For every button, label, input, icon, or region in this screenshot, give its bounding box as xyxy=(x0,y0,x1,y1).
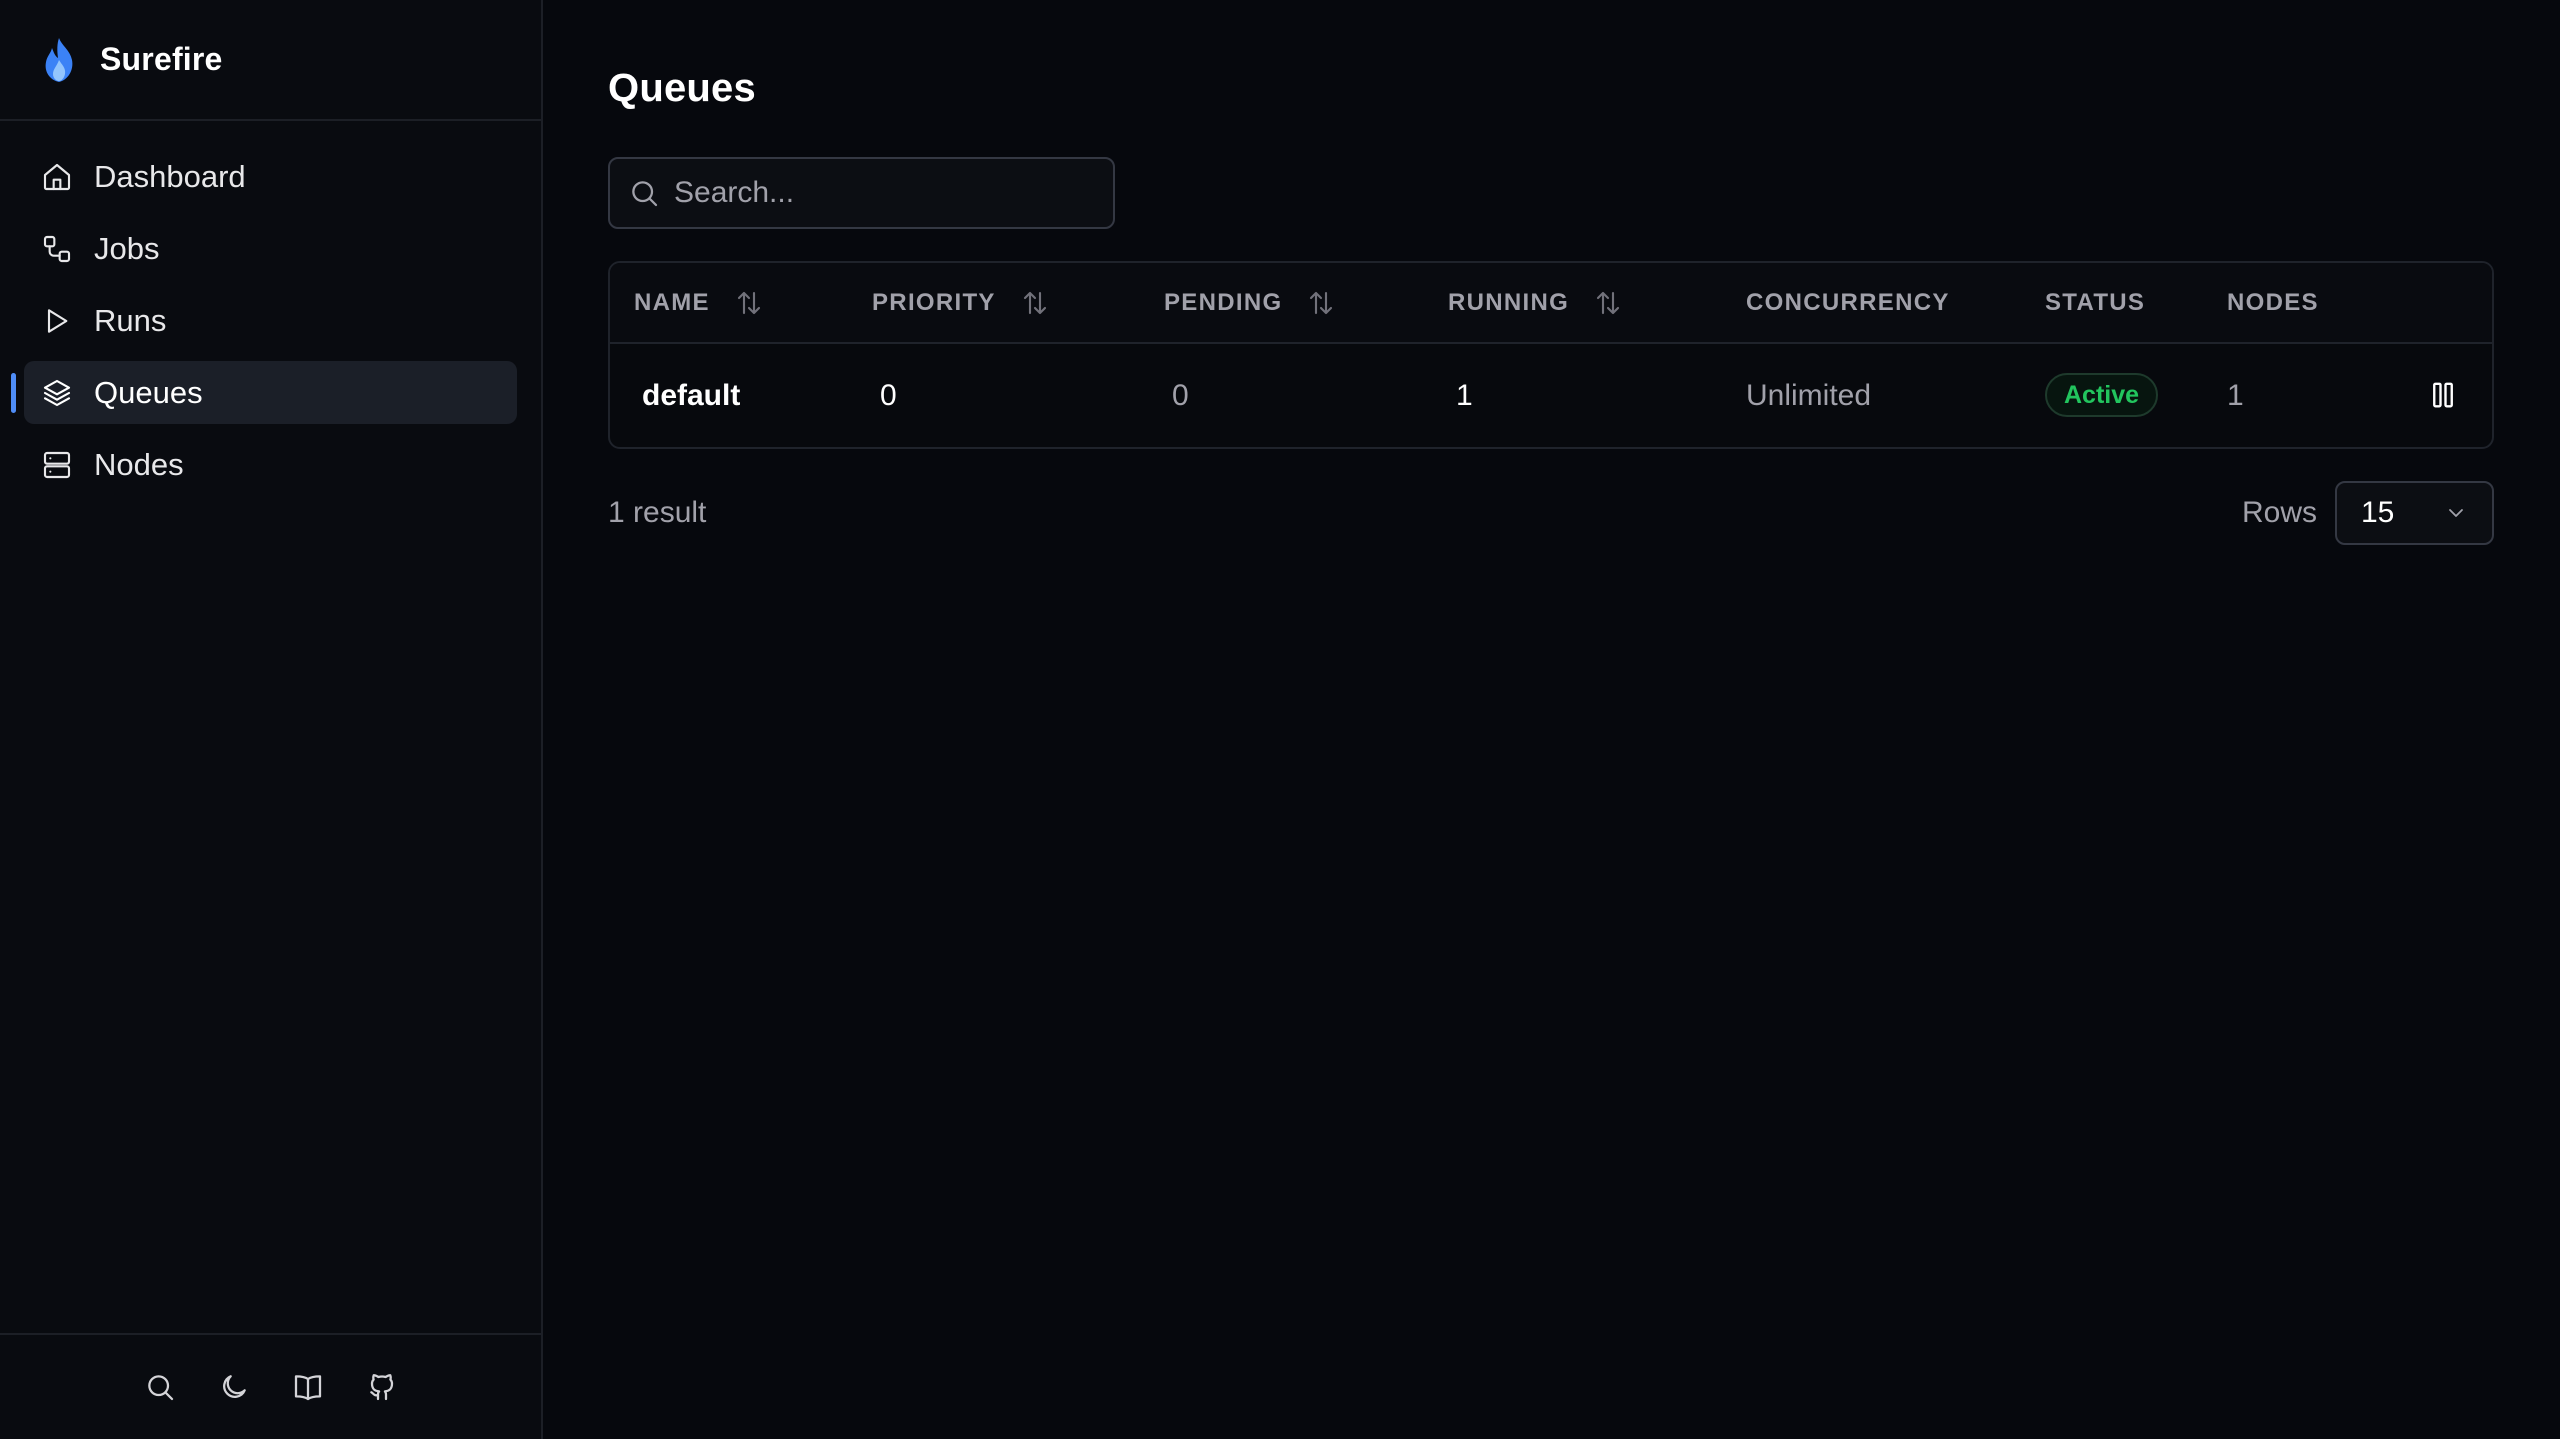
rows-value: 15 xyxy=(2361,496,2395,529)
search-input[interactable] xyxy=(674,159,1113,227)
status-cell: Active xyxy=(2045,373,2159,417)
column-header-running[interactable]: RUNNING xyxy=(1448,288,1623,318)
flame-logo-icon xyxy=(40,36,78,84)
sidebar-item-label: Dashboard xyxy=(94,158,246,194)
table-row[interactable]: default 0 0 1 Unlimited Active 1 xyxy=(610,344,2492,447)
sidebar-item-label: Jobs xyxy=(94,230,160,266)
sort-arrows-icon[interactable] xyxy=(734,288,764,318)
book-icon[interactable] xyxy=(292,1371,324,1403)
sidebar-item-nodes[interactable]: Nodes xyxy=(24,433,517,496)
priority-cell: 0 xyxy=(880,378,897,412)
rows-label: Rows xyxy=(2241,496,2317,529)
chevron-down-icon xyxy=(2444,501,2468,525)
pause-queue-button[interactable] xyxy=(2428,380,2458,410)
column-header-pending[interactable]: PENDING xyxy=(1164,288,1336,318)
table-header: NAME PRIORITY PENDING RUNNING CONCURRENC… xyxy=(610,263,2492,344)
rows-per-page-select[interactable]: 15 xyxy=(2335,481,2494,545)
sidebar: Surefire Dashboard Jobs Runs Queues Node… xyxy=(0,0,543,1439)
layers-icon xyxy=(40,376,74,410)
sort-arrows-icon[interactable] xyxy=(1020,288,1050,318)
column-header-concurrency: CONCURRENCY xyxy=(1746,288,1950,316)
status-badge: Active xyxy=(2045,373,2159,417)
server-icon xyxy=(40,448,74,482)
rows-per-page: Rows 15 xyxy=(2242,481,2494,545)
brand-name: Surefire xyxy=(100,41,223,77)
queue-name-link[interactable]: default xyxy=(642,379,740,413)
sidebar-item-dashboard[interactable]: Dashboard xyxy=(24,145,517,208)
brand[interactable]: Surefire xyxy=(0,0,541,121)
github-icon[interactable] xyxy=(366,1371,398,1403)
play-icon xyxy=(40,304,74,338)
moon-icon[interactable] xyxy=(218,1371,250,1403)
sidebar-item-queues[interactable]: Queues xyxy=(11,361,517,424)
search-box[interactable] xyxy=(608,157,1115,229)
result-count: 1 result xyxy=(608,496,707,529)
sidebar-item-label: Nodes xyxy=(94,446,184,482)
home-icon xyxy=(40,160,74,194)
sidebar-item-label: Queues xyxy=(94,374,203,410)
pending-cell: 0 xyxy=(1172,378,1189,412)
search-icon[interactable] xyxy=(144,1371,176,1403)
concurrency-cell: Unlimited xyxy=(1746,378,1872,412)
column-header-priority[interactable]: PRIORITY xyxy=(872,288,1050,318)
nodes-cell: 1 xyxy=(2227,378,2244,412)
main-content: Queues NAME PRIORITY xyxy=(543,0,2560,1439)
sidebar-nav: Dashboard Jobs Runs Queues Nodes xyxy=(0,121,541,520)
sidebar-item-jobs[interactable]: Jobs xyxy=(24,217,517,280)
table-footer: 1 result Rows 15 xyxy=(608,481,2494,545)
column-header-status: STATUS xyxy=(2045,288,2146,316)
sort-arrows-icon[interactable] xyxy=(1306,288,1336,318)
sidebar-item-runs[interactable]: Runs xyxy=(24,289,517,352)
queues-table: NAME PRIORITY PENDING RUNNING CONCURRENC… xyxy=(608,261,2494,449)
workflow-icon xyxy=(40,232,74,266)
sidebar-footer xyxy=(0,1333,541,1439)
sidebar-item-label: Runs xyxy=(94,302,167,338)
page-title: Queues xyxy=(608,66,756,110)
column-header-nodes: NODES xyxy=(2227,288,2319,316)
sort-arrows-icon[interactable] xyxy=(1593,288,1623,318)
running-cell: 1 xyxy=(1456,378,1473,412)
pause-icon xyxy=(2433,382,2453,408)
column-header-name[interactable]: NAME xyxy=(634,288,764,318)
search-icon xyxy=(632,181,658,207)
app-root: Surefire Dashboard Jobs Runs Queues Node… xyxy=(0,0,2560,1439)
